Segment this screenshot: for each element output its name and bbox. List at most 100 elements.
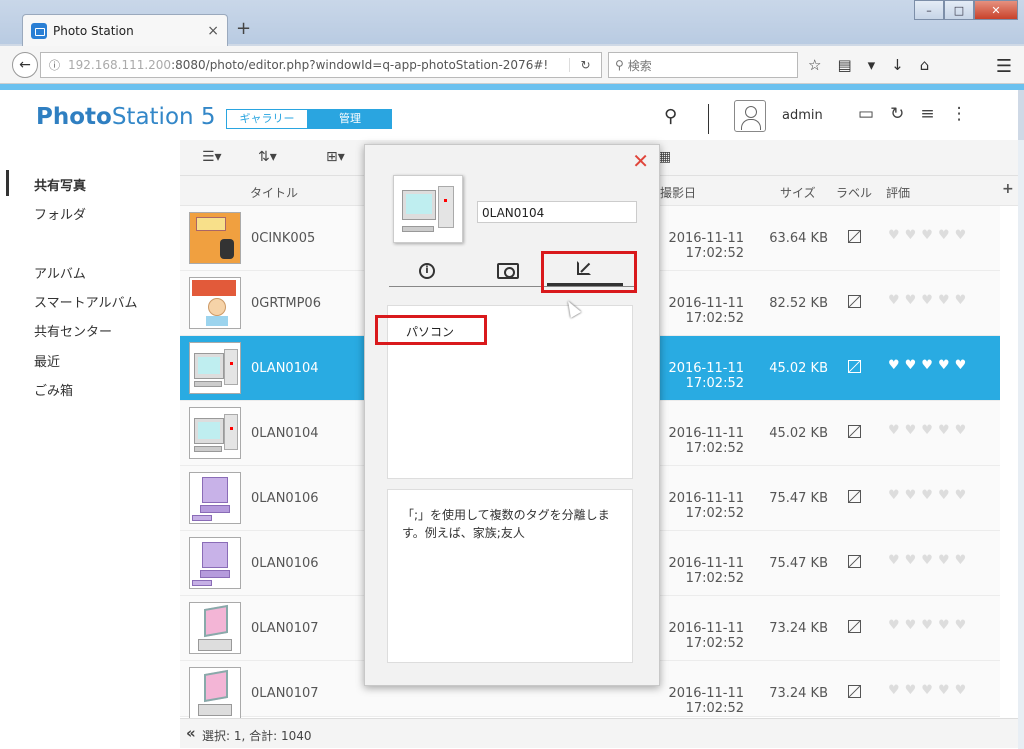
avatar[interactable] — [734, 100, 766, 132]
app-header: PhotoStation 5 ギャラリー 管理 ⚲ admin ▭ ↻ ≡ ⋮ — [0, 90, 1018, 140]
row-size: 82.52 KB — [769, 296, 828, 311]
label-icon[interactable] — [848, 490, 861, 503]
thumbnail-keyboard — [192, 580, 212, 586]
new-tab-button[interactable]: + — [236, 18, 251, 39]
sidebar: 共有写真 フォルダ アルバム スマートアルバム 共有センター 最近 ごみ箱 — [0, 140, 180, 749]
thumbnail-base — [200, 570, 230, 578]
sidebar-item-smart-album[interactable]: スマートアルバム — [34, 292, 137, 311]
rating-hearts[interactable]: ♥♥♥♥♥ — [888, 488, 971, 503]
page-scrollbar[interactable] — [1018, 140, 1024, 749]
bookmark-star-icon[interactable]: ☆ — [808, 56, 821, 74]
thumbnail-image — [189, 667, 241, 719]
sidebar-item-folder[interactable]: フォルダ — [34, 204, 86, 223]
reload-icon[interactable]: ↻ — [569, 58, 601, 72]
row-size: 75.47 KB — [769, 491, 828, 506]
photo-station-favicon-icon — [31, 22, 47, 39]
row-title: 0LAN0106 — [251, 491, 319, 506]
row-title: 0LAN0107 — [251, 686, 319, 701]
tab-info-icon[interactable]: i — [419, 263, 435, 279]
label-icon[interactable] — [848, 230, 861, 243]
maximize-button[interactable]: □ — [944, 0, 974, 20]
rating-hearts[interactable]: ♥♥♥♥♥ — [888, 423, 971, 438]
photo-name-field[interactable]: 0LAN0104 — [477, 201, 637, 223]
rating-hearts[interactable]: ♥♥♥♥♥ — [888, 293, 971, 308]
row-date: 2016-11-11 17:02:52 — [668, 686, 744, 716]
browser-search-input[interactable]: ⚲ 検索 — [608, 52, 798, 78]
mode-switch: ギャラリー 管理 — [226, 109, 392, 129]
sidebar-item-shared-photos[interactable]: 共有写真 — [34, 175, 86, 194]
highlight-box-tag — [375, 315, 487, 345]
column-size[interactable]: サイズ — [780, 184, 816, 201]
sidebar-item-album[interactable]: アルバム — [34, 263, 86, 282]
thumbnail-base — [198, 639, 232, 651]
thumbnail-monitor — [402, 190, 436, 220]
back-arrow-icon[interactable]: ← — [12, 52, 38, 78]
cast-icon[interactable]: ▭ — [858, 104, 874, 124]
thumbnail-sign — [192, 280, 236, 296]
label-icon[interactable] — [848, 360, 861, 373]
label-icon[interactable] — [848, 425, 861, 438]
sidebar-item-share-center[interactable]: 共有センター — [34, 321, 112, 340]
rating-hearts[interactable]: ♥♥♥♥♥ — [888, 358, 971, 373]
thumbnail-monitor — [204, 604, 228, 638]
more-menu-icon[interactable]: ⋮ — [951, 104, 968, 124]
rating-hearts[interactable]: ♥♥♥♥♥ — [888, 228, 971, 243]
username[interactable]: admin — [782, 108, 823, 123]
reading-list-icon[interactable]: ▤ — [837, 56, 851, 74]
column-rating[interactable]: 評価 — [886, 184, 910, 201]
photostation-logo: PhotoStation 5 — [36, 104, 216, 130]
rating-hearts[interactable]: ♥♥♥♥♥ — [888, 553, 971, 568]
minimize-button[interactable]: – — [914, 0, 944, 20]
column-title[interactable]: タイトル — [250, 184, 298, 201]
refresh-icon[interactable]: ↻ — [890, 104, 904, 124]
collapse-sidebar-icon[interactable]: « — [186, 724, 196, 742]
view-mode-icon[interactable]: ☰▾ — [202, 149, 222, 165]
tab-camera-icon[interactable] — [497, 263, 519, 279]
tab-close-icon[interactable]: × — [207, 23, 219, 39]
row-title: 0GRTMP06 — [251, 296, 321, 311]
column-date[interactable]: 撮影日 — [660, 184, 696, 201]
rating-hearts[interactable]: ♥♥♥♥♥ — [888, 683, 971, 698]
add-column-button[interactable]: + — [1002, 181, 1014, 197]
sidebar-item-recent[interactable]: 最近 — [34, 351, 60, 370]
url-bar[interactable]: ⓘ 192.168.111.200 :8080/photo/editor.php… — [40, 52, 602, 78]
label-icon[interactable] — [848, 295, 861, 308]
row-size: 73.24 KB — [769, 621, 828, 636]
add-to-album-icon[interactable]: ⊞▾ — [326, 149, 345, 165]
thumbnail-face — [208, 298, 226, 316]
mode-gallery-button[interactable]: ギャラリー — [226, 109, 308, 129]
header-divider — [708, 104, 709, 134]
info-icon[interactable]: ⓘ — [49, 57, 60, 73]
sort-icon[interactable]: ⇅▾ — [258, 149, 277, 165]
upload-queue-icon[interactable]: ≡ — [920, 104, 934, 124]
window-controls: – □ ✕ — [914, 0, 1018, 20]
row-title: 0LAN0104 — [251, 426, 319, 441]
home-icon[interactable]: ⌂ — [920, 56, 930, 74]
logo-rest: Station 5 — [111, 104, 216, 130]
status-bar: « 選択: 1, 合計: 1040 — [180, 718, 1018, 748]
label-icon[interactable] — [848, 620, 861, 633]
close-icon[interactable]: ✕ — [632, 149, 649, 173]
row-title: 0LAN0104 — [251, 361, 319, 376]
hamburger-menu-icon[interactable]: ☰ — [996, 56, 1012, 77]
url-path: :8080/photo/editor.php?windowId=q-app-ph… — [171, 58, 549, 72]
thumbnail-keyboard — [192, 515, 212, 521]
browser-tab[interactable]: Photo Station × — [22, 14, 228, 46]
thumbnail-image — [189, 472, 241, 524]
logo-bold: Photo — [36, 104, 112, 130]
selection-count: 選択: 1, 合計: 1040 — [202, 729, 312, 743]
pocket-icon[interactable]: ▾ — [868, 56, 876, 74]
column-label[interactable]: ラベル — [836, 184, 872, 201]
label-icon[interactable] — [848, 685, 861, 698]
close-window-button[interactable]: ✕ — [974, 0, 1018, 20]
tab-title: Photo Station — [53, 23, 134, 38]
row-size: 45.02 KB — [769, 426, 828, 441]
rating-hearts[interactable]: ♥♥♥♥♥ — [888, 618, 971, 633]
mode-manage-button[interactable]: 管理 — [308, 109, 392, 129]
sidebar-item-trash[interactable]: ごみ箱 — [34, 380, 73, 399]
thumbnail-tower — [224, 349, 238, 385]
search-icon[interactable]: ⚲ — [664, 106, 677, 127]
label-icon[interactable] — [848, 555, 861, 568]
download-icon[interactable]: ↓ — [891, 56, 904, 74]
row-title: 0CINK005 — [251, 231, 316, 246]
